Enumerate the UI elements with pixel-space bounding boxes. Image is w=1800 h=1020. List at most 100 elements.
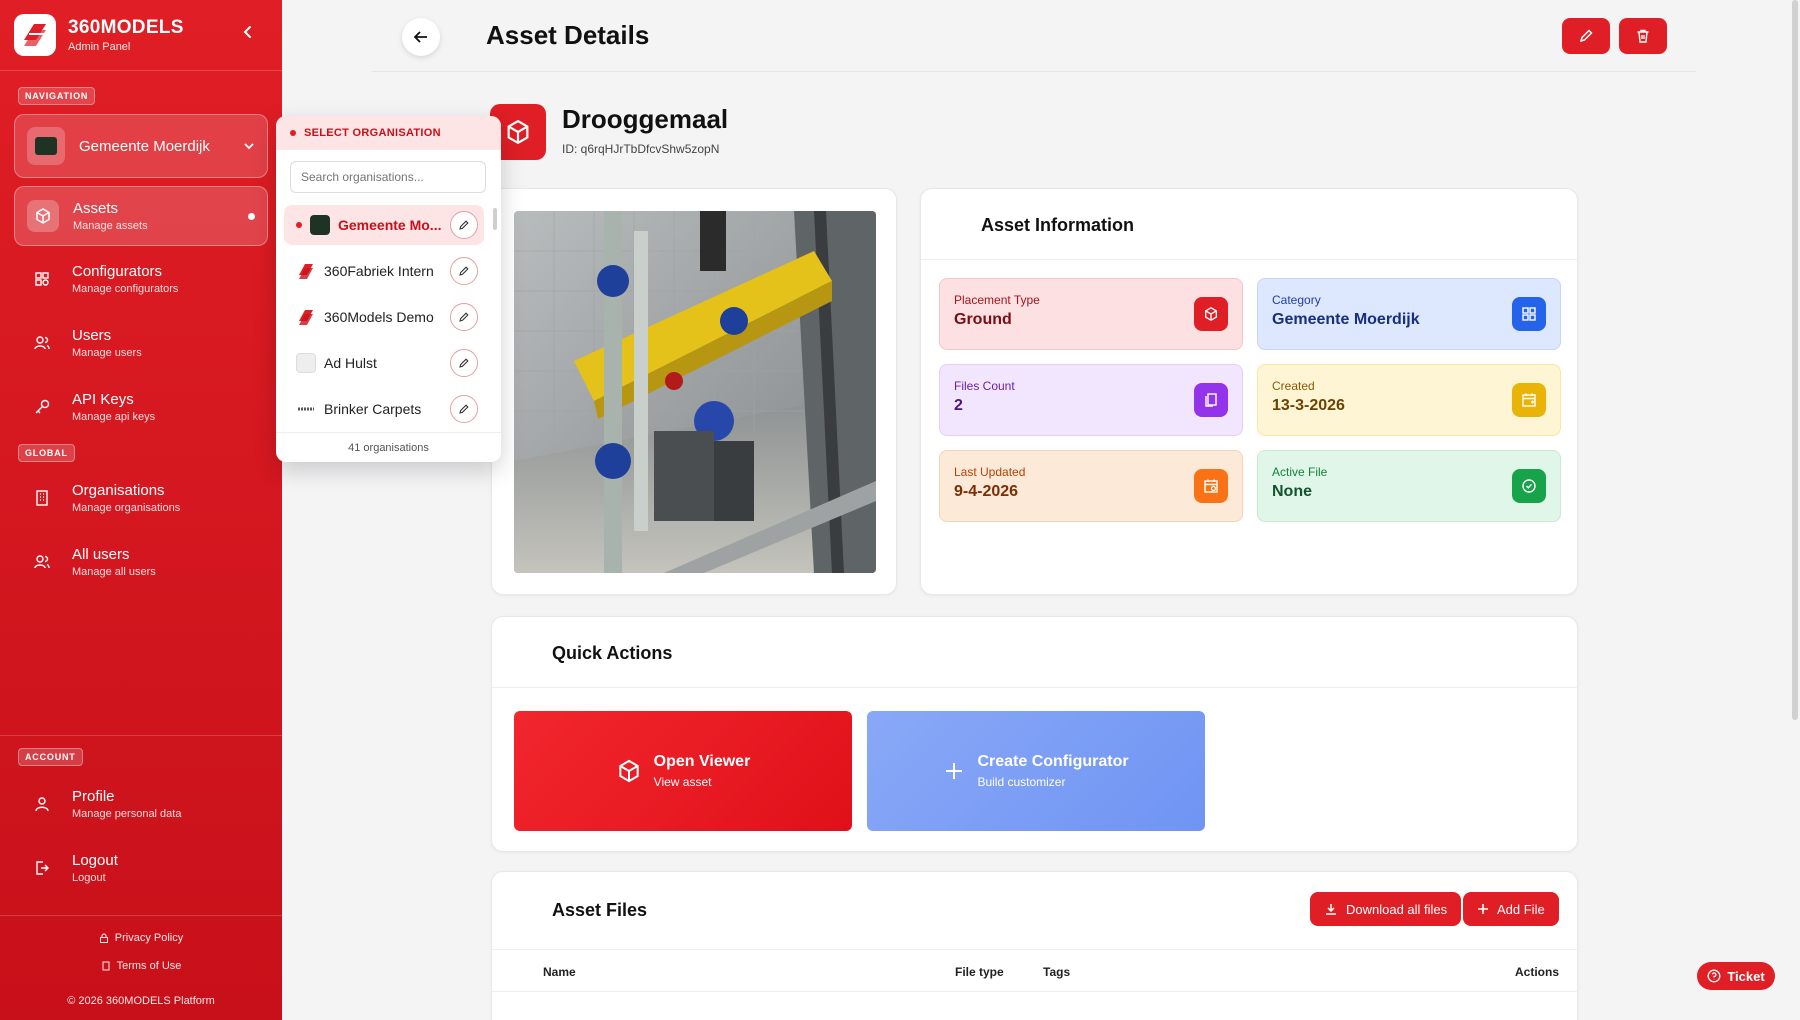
sidebar-item-users[interactable]: Users Manage users — [14, 313, 268, 373]
organisation-option-label: Brinker Carpets — [324, 401, 422, 417]
open-viewer-button[interactable]: Open Viewer View asset — [514, 711, 852, 831]
organisation-option[interactable]: Ad Hulst — [284, 343, 484, 383]
sidebar-item-configurators[interactable]: Configurators Manage configurators — [14, 249, 268, 309]
organisation-option-label: Ad Hulst — [324, 355, 377, 371]
copyright: © 2026 360MODELS Platform — [67, 995, 215, 1007]
divider — [0, 735, 282, 736]
cube-icon — [27, 200, 59, 232]
trash-icon — [1637, 29, 1649, 43]
info-label: Placement Type — [954, 293, 1040, 307]
column-header-tags[interactable]: Tags — [1043, 965, 1070, 979]
sidebar-item-api-keys[interactable]: API Keys Manage api keys — [14, 377, 268, 437]
brand[interactable]: 360MODELS Admin Panel — [14, 14, 184, 56]
sidebar-item-sub: Manage assets — [73, 220, 148, 232]
divider — [921, 259, 1579, 260]
organisation-option[interactable]: Gemeente Mo... — [284, 205, 484, 245]
organisation-logo — [296, 353, 316, 373]
organisation-search-input[interactable] — [290, 161, 486, 193]
asset-files-title: Asset Files — [552, 900, 648, 920]
organisation-logo — [27, 127, 65, 165]
grid-icon — [26, 263, 58, 295]
organisation-option-label: 360Fabriek Intern — [324, 263, 434, 279]
logout-icon — [26, 852, 58, 884]
cube-icon — [618, 759, 639, 783]
sidebar-item-label: Configurators — [72, 263, 163, 280]
dropdown-scrollbar[interactable] — [493, 208, 497, 230]
privacy-policy-link[interactable]: Privacy Policy — [0, 932, 282, 944]
key-icon — [26, 391, 58, 423]
arrow-left-icon — [413, 31, 427, 43]
sidebar-item-assets[interactable]: Assets Manage assets — [14, 186, 268, 246]
add-file-button[interactable]: Add File — [1463, 892, 1559, 926]
info-label: Category — [1272, 293, 1321, 307]
pencil-icon — [1579, 29, 1593, 43]
asset-information-title: Asset Information — [981, 215, 1135, 235]
privacy-policy-label: Privacy Policy — [114, 932, 184, 944]
sidebar-item-sub: Manage api keys — [72, 411, 156, 423]
column-header-name[interactable]: Name — [543, 965, 576, 979]
organisation-option[interactable]: 360Models Demo — [284, 297, 484, 337]
divider — [492, 687, 1579, 688]
create-configurator-button[interactable]: Create Configurator Build customizer — [867, 711, 1205, 831]
organisation-option[interactable]: Brinker Carpets — [284, 389, 484, 429]
organisation-selector[interactable]: Gemeente Moerdijk — [14, 114, 268, 178]
terms-of-use-link[interactable]: Terms of Use — [0, 960, 282, 972]
page-scrollbar[interactable] — [1792, 0, 1798, 720]
sidebar-item-all-users[interactable]: All users Manage all users — [14, 532, 268, 592]
brand-name: 360MODELS — [68, 17, 184, 38]
edit-organisation-button[interactable] — [450, 303, 478, 331]
sidebar-item-label: Profile — [72, 788, 115, 805]
divider — [0, 70, 282, 71]
download-icon — [1326, 904, 1336, 915]
sidebar-item-logout[interactable]: Logout Logout — [14, 838, 268, 898]
pencil-icon — [459, 220, 469, 230]
collapse-sidebar-button[interactable] — [236, 20, 260, 44]
chevron-left-icon — [243, 26, 251, 38]
delete-asset-button[interactable] — [1619, 18, 1667, 54]
info-value: Gemeente Moerdijk — [1272, 311, 1420, 328]
organisation-logo — [296, 307, 316, 327]
section-label-global: GLOBAL — [18, 444, 75, 462]
back-button[interactable] — [402, 18, 440, 56]
quick-actions-title: Quick Actions — [552, 643, 673, 663]
lock-icon — [99, 933, 108, 943]
edit-asset-button[interactable] — [1562, 18, 1610, 54]
sidebar-item-sub: Manage users — [72, 347, 142, 359]
info-value: 2 — [954, 397, 963, 414]
cube-icon — [1194, 297, 1228, 331]
edit-organisation-button[interactable] — [450, 349, 478, 377]
sidebar-item-sub: Manage all users — [72, 566, 156, 578]
edit-organisation-button[interactable] — [450, 211, 478, 239]
help-circle-icon — [1707, 969, 1721, 983]
section-label-account: ACCOUNT — [18, 748, 83, 766]
info-value: None — [1272, 483, 1312, 500]
info-tile-active-file: Active File None — [1257, 450, 1561, 522]
sidebar-item-sub: Logout — [72, 872, 106, 884]
sidebar-item-label: Logout — [72, 852, 118, 869]
edit-organisation-button[interactable] — [450, 257, 478, 285]
column-header-file-type[interactable]: File type — [955, 965, 1004, 979]
sidebar-item-profile[interactable]: Profile Manage personal data — [14, 774, 268, 834]
users-icon — [26, 546, 58, 578]
sidebar-item-label: All users — [72, 546, 130, 563]
section-label-navigation: NAVIGATION — [18, 87, 96, 105]
calendar-clock-icon — [1194, 469, 1228, 503]
info-label: Active File — [1272, 465, 1328, 479]
ticket-label: Ticket — [1727, 968, 1765, 984]
open-viewer-label: Open Viewer — [653, 753, 751, 770]
organisation-dropdown: SELECT ORGANISATION Gemeente Mo... 360Fa… — [276, 116, 501, 462]
sidebar-item-organisations[interactable]: Organisations Manage organisations — [14, 468, 268, 528]
info-tile-category: Category Gemeente Moerdijk — [1257, 278, 1561, 350]
check-circle-icon — [1512, 469, 1546, 503]
sidebar: 360MODELS Admin Panel NAVIGATION Gemeent… — [0, 0, 282, 1020]
info-value: 13-3-2026 — [1272, 397, 1345, 414]
download-all-files-button[interactable]: Download all files — [1310, 892, 1462, 926]
brand-logo-icon — [14, 14, 56, 56]
open-viewer-sub: View asset — [653, 775, 712, 789]
create-configurator-label: Create Configurator — [977, 753, 1129, 770]
asset-preview-image[interactable] — [514, 211, 876, 573]
ticket-button[interactable]: Ticket — [1697, 962, 1775, 990]
organisation-option[interactable]: 360Fabriek Intern — [284, 251, 484, 291]
building-icon — [26, 482, 58, 514]
edit-organisation-button[interactable] — [450, 395, 478, 423]
